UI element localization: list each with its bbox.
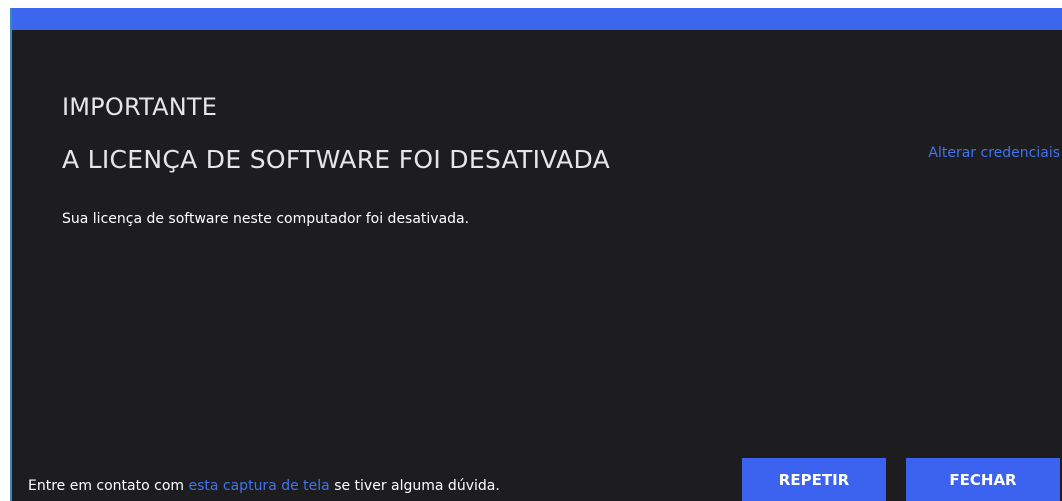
retry-button[interactable]: REPETIR [742, 458, 886, 501]
footer-contact-text: Entre em contato com esta captura de tel… [28, 478, 500, 494]
dialog-message: Sua licença de software neste computador… [62, 211, 470, 227]
dialog-title-bar[interactable] [12, 8, 1062, 30]
change-credentials-link[interactable]: Alterar credenciais [928, 145, 1060, 161]
footer-prefix: Entre em contato com [28, 478, 189, 494]
dialog-eyebrow-heading: IMPORTANTE [62, 93, 218, 121]
close-button[interactable]: FECHAR [906, 458, 1060, 501]
license-dialog: IMPORTANTE A LICENÇA DE SOFTWARE FOI DES… [10, 8, 1062, 501]
dialog-title: A LICENÇA DE SOFTWARE FOI DESATIVADA [62, 145, 611, 174]
footer-suffix: se tiver alguma dúvida. [329, 478, 500, 494]
screenshot-link[interactable]: esta captura de tela [188, 478, 329, 494]
